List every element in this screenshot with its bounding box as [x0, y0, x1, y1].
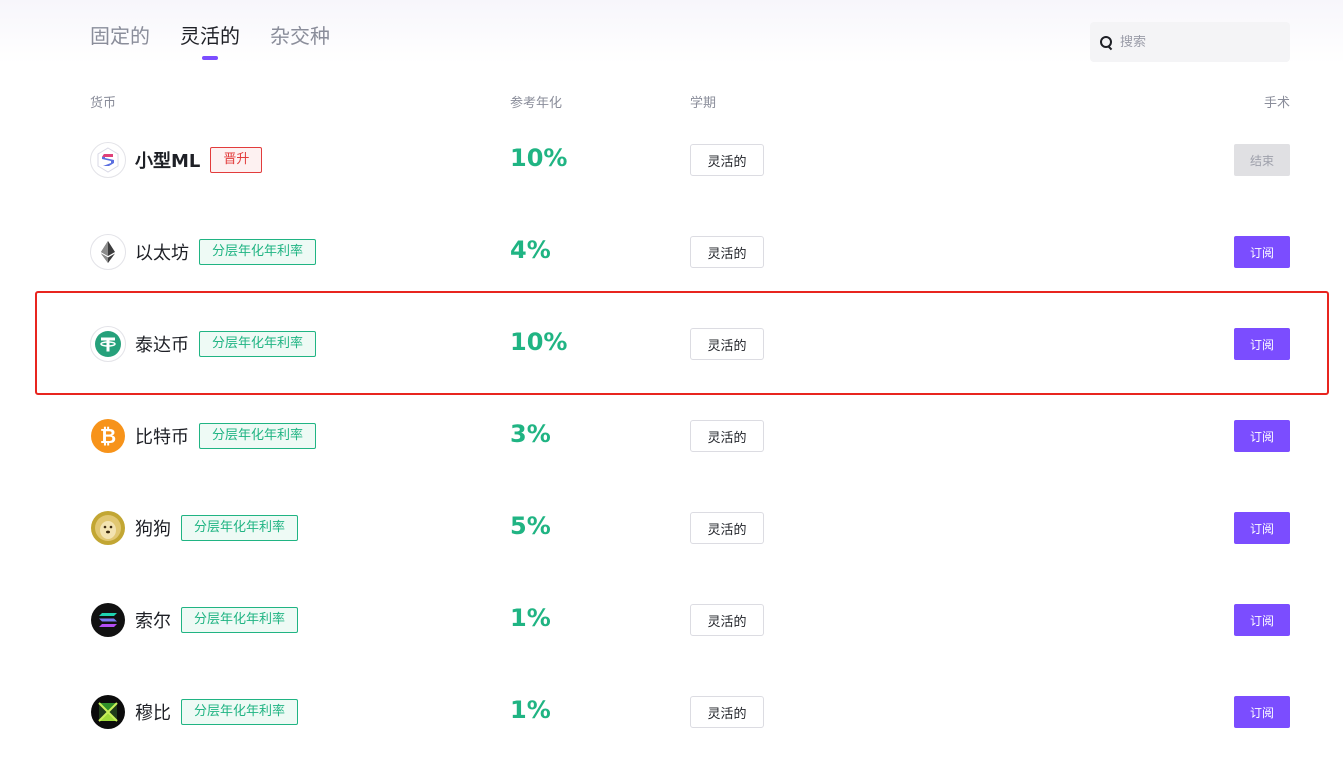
term-tag: 灵活的	[690, 328, 764, 360]
subscribe-button[interactable]: 订阅	[1234, 512, 1290, 544]
table-row: 狗狗 分层年化年利率 5% 灵活的 订阅	[0, 510, 1343, 602]
search-box[interactable]	[1090, 22, 1290, 62]
tab-hybrid[interactable]: 杂交种	[270, 22, 330, 50]
subscribe-button[interactable]: 订阅	[1234, 420, 1290, 452]
tiered-apr-badge: 分层年化年利率	[181, 607, 299, 633]
header-coin: 货币	[90, 96, 117, 111]
coin-name: 小型ML	[135, 151, 201, 172]
subscribe-button[interactable]: 订阅	[1234, 696, 1290, 728]
coin-name: 索尔	[135, 611, 171, 632]
promotion-badge: 晋升	[210, 147, 263, 173]
coin-cell: 小型ML 晋升	[90, 142, 263, 178]
tiered-apr-badge: 分层年化年利率	[181, 515, 299, 541]
table-row: 小型ML 晋升 10% 灵活的 结束	[0, 142, 1343, 234]
subscribe-button[interactable]: 订阅	[1234, 236, 1290, 268]
coin-cell: 索尔 分层年化年利率	[90, 602, 299, 638]
term-tag: 灵活的	[690, 236, 764, 268]
coin-name: 比特币	[135, 427, 189, 448]
bitcoin-logo-icon: ₿	[90, 418, 126, 454]
apy-value: 10%	[510, 144, 568, 172]
coin-cell: 以太坊 分层年化年利率	[90, 234, 317, 270]
coin-name: 狗狗	[135, 519, 171, 540]
coin-name: 泰达币	[135, 335, 189, 356]
table-header: 货币 参考年化 学期 手术	[0, 92, 1343, 111]
dogecoin-logo-icon	[90, 510, 126, 546]
term-tag: 灵活的	[690, 512, 764, 544]
ended-button: 结束	[1234, 144, 1290, 176]
tab-flexible[interactable]: 灵活的	[180, 22, 240, 60]
header-term: 学期	[690, 96, 717, 111]
subscribe-button[interactable]: 订阅	[1234, 604, 1290, 636]
table-row: 索尔 分层年化年利率 1% 灵活的 订阅	[0, 602, 1343, 694]
tab-fixed-label: 固定的	[90, 24, 150, 48]
svg-text:₿: ₿	[100, 424, 116, 448]
header-action: 手术	[1263, 96, 1290, 111]
apy-value: 5%	[510, 512, 551, 540]
subscribe-button[interactable]: 订阅	[1234, 328, 1290, 360]
apy-value: 3%	[510, 420, 551, 448]
table-row: ₿ 比特币 分层年化年利率 3% 灵活的 订阅	[0, 418, 1343, 510]
product-tabs: 固定的 灵活的 杂交种	[90, 22, 330, 60]
coin-cell: 狗狗 分层年化年利率	[90, 510, 299, 546]
tether-logo-icon	[90, 326, 126, 362]
mubi-logo-icon	[90, 694, 126, 730]
coin-cell: 泰达币 分层年化年利率	[90, 326, 317, 362]
tiered-apr-badge: 分层年化年利率	[199, 239, 317, 265]
term-tag: 灵活的	[690, 420, 764, 452]
tiered-apr-badge: 分层年化年利率	[199, 331, 317, 357]
apy-value: 10%	[510, 328, 568, 356]
coin-cell: 穆比 分层年化年利率	[90, 694, 299, 730]
table-row: 以太坊 分层年化年利率 4% 灵活的 订阅	[0, 234, 1343, 326]
search-icon	[1100, 36, 1112, 48]
apy-value: 1%	[510, 604, 551, 632]
coin-cell: ₿ 比特币 分层年化年利率	[90, 418, 317, 454]
header-apy: 参考年化	[510, 96, 563, 111]
tab-flexible-label: 灵活的	[180, 24, 240, 48]
apy-value: 1%	[510, 696, 551, 724]
tiered-apr-badge: 分层年化年利率	[199, 423, 317, 449]
coin-name: 穆比	[135, 703, 171, 724]
table-row: 泰达币 分层年化年利率 10% 灵活的 订阅	[0, 326, 1343, 418]
term-tag: 灵活的	[690, 144, 764, 176]
coin-name: 以太坊	[135, 243, 189, 264]
solana-logo-icon	[90, 602, 126, 638]
smallml-logo-icon	[90, 142, 126, 178]
tab-hybrid-label: 杂交种	[270, 24, 330, 48]
search-input[interactable]	[1120, 34, 1280, 50]
term-tag: 灵活的	[690, 696, 764, 728]
term-tag: 灵活的	[690, 604, 764, 636]
apy-value: 4%	[510, 236, 551, 264]
table-row: 穆比 分层年化年利率 1% 灵活的 订阅	[0, 694, 1343, 768]
tiered-apr-badge: 分层年化年利率	[181, 699, 299, 725]
ethereum-logo-icon	[90, 234, 126, 270]
tab-fixed[interactable]: 固定的	[90, 22, 150, 50]
active-tab-indicator	[202, 56, 218, 60]
